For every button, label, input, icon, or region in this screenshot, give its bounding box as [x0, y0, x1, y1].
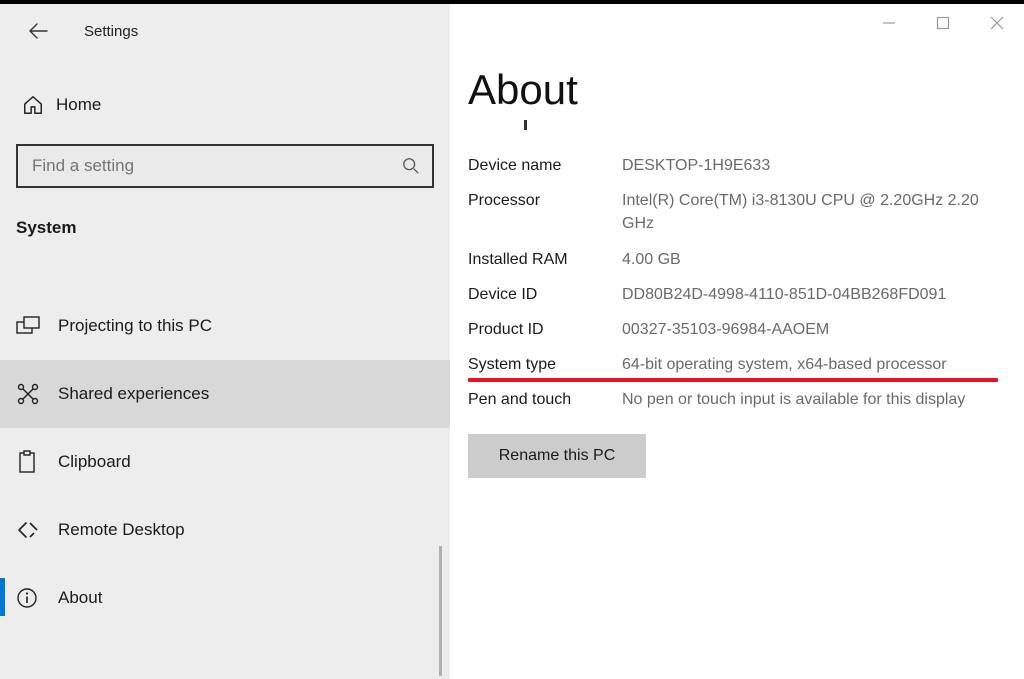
spec-label: Device name — [468, 154, 622, 177]
spec-value: 00327-35103-96984-AAOEM — [622, 318, 1006, 341]
spec-row-processor: Processor Intel(R) Core(TM) i3-8130U CPU… — [468, 189, 1006, 235]
sidebar-item-clipboard[interactable]: Clipboard — [0, 428, 450, 496]
spec-row-pen-touch: Pen and touch No pen or touch input is a… — [468, 388, 1006, 411]
remote-desktop-icon — [16, 519, 58, 541]
spec-row-system-type: System type 64-bit operating system, x64… — [468, 353, 1006, 376]
title-tick — [524, 120, 527, 130]
spec-value: DESKTOP-1H9E633 — [622, 154, 1006, 177]
scrollbar[interactable] — [439, 546, 442, 676]
search-input[interactable] — [30, 155, 402, 177]
nav-list: Multitasking Projecting to this PC Share… — [0, 256, 450, 632]
spec-label: Pen and touch — [468, 388, 622, 411]
search-wrap — [16, 144, 434, 188]
spec-value: No pen or touch input is available for t… — [622, 388, 1006, 411]
shared-experiences-icon — [16, 382, 58, 406]
close-button[interactable] — [974, 8, 1020, 38]
selected-marker — [0, 578, 5, 616]
spec-label: Installed RAM — [468, 248, 622, 271]
sidebar-item-label: About — [58, 588, 102, 608]
info-icon — [16, 587, 58, 609]
sidebar-item-shared-experiences[interactable]: Shared experiences — [0, 360, 450, 428]
back-arrow-icon — [28, 21, 48, 41]
spec-row-device-name: Device name DESKTOP-1H9E633 — [468, 154, 1006, 177]
sidebar: Settings Home System — [0, 4, 450, 679]
sidebar-item-label: Clipboard — [58, 452, 131, 472]
app-title: Settings — [84, 23, 138, 40]
minimize-button[interactable] — [866, 8, 912, 38]
search-box[interactable] — [16, 144, 434, 188]
spec-value: 64-bit operating system, x64-based proce… — [622, 353, 1006, 376]
app-root: Settings Home System — [0, 4, 1024, 679]
window-controls — [866, 8, 1020, 38]
sidebar-item-remote-desktop[interactable]: Remote Desktop — [0, 496, 450, 564]
spec-row-ram: Installed RAM 4.00 GB — [468, 248, 1006, 271]
sidebar-item-multitasking[interactable]: Multitasking — [0, 256, 450, 292]
rename-pc-button[interactable]: Rename this PC — [468, 434, 646, 478]
clipboard-icon — [16, 450, 58, 474]
sidebar-item-label: Shared experiences — [58, 384, 209, 404]
section-heading-system: System — [0, 218, 450, 238]
close-icon — [989, 15, 1005, 31]
home-icon — [22, 94, 56, 116]
device-specs: Device name DESKTOP-1H9E633 Processor In… — [468, 154, 1006, 412]
search-icon — [402, 157, 420, 175]
maximize-button[interactable] — [920, 8, 966, 38]
back-button[interactable] — [22, 15, 54, 47]
sidebar-item-label: Projecting to this PC — [58, 316, 212, 336]
page-title: About — [468, 66, 1006, 114]
spec-label: Device ID — [468, 283, 622, 306]
sidebar-item-about[interactable]: About — [0, 564, 450, 632]
spec-value: DD80B24D-4998-4110-851D-04BB268FD091 — [622, 283, 1006, 306]
minimize-icon — [882, 16, 896, 30]
spec-label: Product ID — [468, 318, 622, 341]
maximize-icon — [936, 16, 950, 30]
main-panel: About Device name DESKTOP-1H9E633 Proces… — [450, 4, 1024, 679]
sidebar-item-projecting[interactable]: Projecting to this PC — [0, 292, 450, 360]
spec-label: Processor — [468, 189, 622, 235]
spec-row-product-id: Product ID 00327-35103-96984-AAOEM — [468, 318, 1006, 341]
spec-value: Intel(R) Core(TM) i3-8130U CPU @ 2.20GHz… — [622, 189, 1006, 235]
spec-row-device-id: Device ID DD80B24D-4998-4110-851D-04BB26… — [468, 283, 1006, 306]
highlight-underline — [468, 378, 998, 382]
spec-value: 4.00 GB — [622, 248, 1006, 271]
sidebar-item-label: Remote Desktop — [58, 520, 185, 540]
home-label: Home — [56, 95, 101, 115]
titlebar: Settings — [0, 10, 450, 52]
spec-label: System type — [468, 353, 622, 376]
projecting-icon — [16, 315, 58, 337]
nav-home[interactable]: Home — [0, 82, 450, 128]
